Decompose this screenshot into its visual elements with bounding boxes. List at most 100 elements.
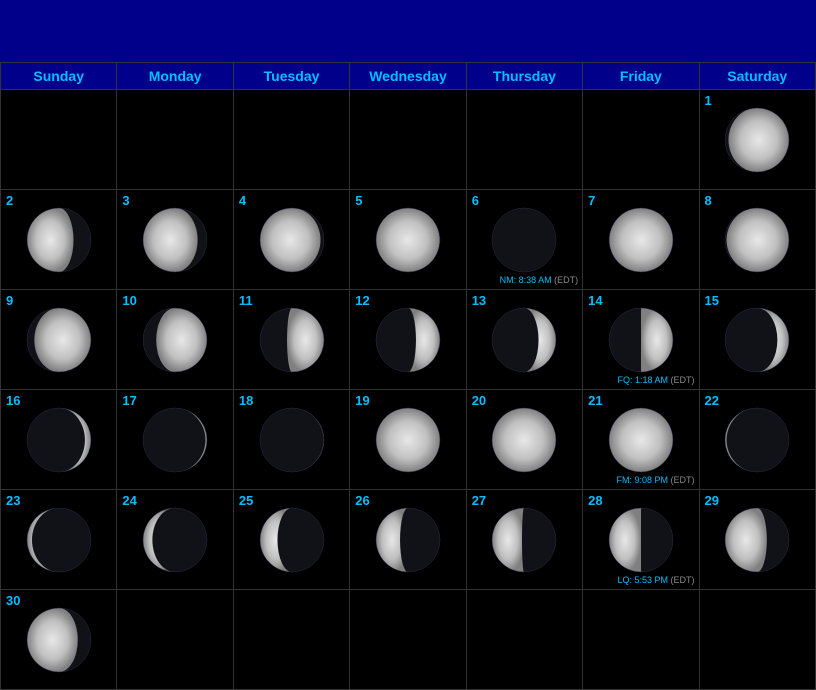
calendar-week-3: 9 10 11 xyxy=(1,290,816,390)
moon-event-21: FM: 9:08 PM (EDT) xyxy=(617,475,695,485)
calendar-header-row: Sunday Monday Tuesday Wednesday Thursday… xyxy=(1,63,816,90)
moon-phase-8 xyxy=(702,192,813,287)
calendar-cell-14: 9 xyxy=(1,290,117,390)
calendar-cell-36 xyxy=(117,590,233,690)
calendar-cell-28: 23 xyxy=(1,490,117,590)
day-number-15: 15 xyxy=(705,293,719,308)
day-number-11: 11 xyxy=(239,293,253,308)
day-number-20: 20 xyxy=(472,393,486,408)
calendar-cell-23: 18 xyxy=(233,390,349,490)
calendar-cell-4 xyxy=(466,90,582,190)
calendar-cell-1 xyxy=(117,90,233,190)
day-number-21: 21 xyxy=(588,393,602,408)
calendar-cell-15: 10 xyxy=(117,290,233,390)
col-thursday: Thursday xyxy=(466,63,582,90)
calendar-cell-39 xyxy=(466,590,582,690)
calendar-cell-27: 22 xyxy=(699,390,815,490)
day-number-5: 5 xyxy=(355,193,362,208)
day-number-13: 13 xyxy=(472,293,486,308)
day-number-24: 24 xyxy=(122,493,136,508)
moon-event-6: NM: 8:38 AM (EDT) xyxy=(500,275,579,285)
calendar-cell-20: 15 xyxy=(699,290,815,390)
moon-phase-1 xyxy=(702,92,813,187)
calendar-cell-40 xyxy=(583,590,699,690)
day-number-16: 16 xyxy=(6,393,20,408)
moon-phase-2 xyxy=(3,192,114,287)
calendar-cell-32: 27 xyxy=(466,490,582,590)
calendar-cell-9: 4 xyxy=(233,190,349,290)
calendar-cell-6: 1 xyxy=(699,90,815,190)
day-number-8: 8 xyxy=(705,193,712,208)
day-number-28: 28 xyxy=(588,493,602,508)
calendar-cell-26: 21 FM: 9:08 PM (EDT) xyxy=(583,390,699,490)
calendar-cell-22: 17 xyxy=(117,390,233,490)
day-number-4: 4 xyxy=(239,193,246,208)
calendar-cell-24: 19 xyxy=(350,390,466,490)
day-number-26: 26 xyxy=(355,493,369,508)
calendar-cell-41 xyxy=(699,590,815,690)
day-number-12: 12 xyxy=(355,293,369,308)
day-number-27: 27 xyxy=(472,493,486,508)
calendar-cell-0 xyxy=(1,90,117,190)
col-wednesday: Wednesday xyxy=(350,63,466,90)
calendar-cell-11: 6 NM: 8:38 AM (EDT) xyxy=(466,190,582,290)
calendar-week-1: 1 xyxy=(1,90,816,190)
day-number-9: 9 xyxy=(6,293,13,308)
moon-phase-7 xyxy=(585,192,696,287)
calendar-cell-18: 13 xyxy=(466,290,582,390)
calendar-cell-25: 20 xyxy=(466,390,582,490)
day-number-17: 17 xyxy=(122,393,136,408)
day-number-29: 29 xyxy=(705,493,719,508)
calendar-cell-10: 5 xyxy=(350,190,466,290)
day-number-18: 18 xyxy=(239,393,253,408)
day-number-23: 23 xyxy=(6,493,20,508)
header xyxy=(0,0,816,62)
calendar-cell-19: 14 FQ: 1:18 AM (EDT) xyxy=(583,290,699,390)
day-number-1: 1 xyxy=(705,93,712,108)
col-tuesday: Tuesday xyxy=(233,63,349,90)
col-sunday: Sunday xyxy=(1,63,117,90)
calendar-cell-12: 7 xyxy=(583,190,699,290)
calendar-cell-31: 26 xyxy=(350,490,466,590)
moon-calendar: Sunday Monday Tuesday Wednesday Thursday… xyxy=(0,62,816,690)
calendar-cell-7: 2 xyxy=(1,190,117,290)
calendar-cell-38 xyxy=(350,590,466,690)
moon-phase-9 xyxy=(3,292,114,387)
col-monday: Monday xyxy=(117,63,233,90)
calendar-cell-29: 24 xyxy=(117,490,233,590)
moon-phase-5 xyxy=(352,192,463,287)
calendar-cell-13: 8 xyxy=(699,190,815,290)
day-number-7: 7 xyxy=(588,193,595,208)
day-number-2: 2 xyxy=(6,193,13,208)
col-friday: Friday xyxy=(583,63,699,90)
calendar-cell-2 xyxy=(233,90,349,190)
moon-phase-3 xyxy=(119,192,230,287)
calendar-week-4: 16 17 18 xyxy=(1,390,816,490)
day-number-30: 30 xyxy=(6,593,20,608)
calendar-cell-5 xyxy=(583,90,699,190)
day-number-22: 22 xyxy=(705,393,719,408)
calendar-cell-3 xyxy=(350,90,466,190)
calendar-cell-33: 28 LQ: 5:53 PM (EDT) xyxy=(583,490,699,590)
moon-phase-6 xyxy=(469,192,580,287)
moon-event-28: LQ: 5:53 PM (EDT) xyxy=(618,575,695,585)
day-number-10: 10 xyxy=(122,293,136,308)
calendar-cell-17: 12 xyxy=(350,290,466,390)
moon-event-14: FQ: 1:18 AM (EDT) xyxy=(618,375,695,385)
day-number-25: 25 xyxy=(239,493,253,508)
calendar-week-2: 2 3 4 xyxy=(1,190,816,290)
calendar-cell-21: 16 xyxy=(1,390,117,490)
day-number-19: 19 xyxy=(355,393,369,408)
day-number-14: 14 xyxy=(588,293,602,308)
calendar-cell-30: 25 xyxy=(233,490,349,590)
calendar-cell-8: 3 xyxy=(117,190,233,290)
moon-phase-4 xyxy=(236,192,347,287)
day-number-3: 3 xyxy=(122,193,129,208)
calendar-week-6: 30 xyxy=(1,590,816,690)
calendar-cell-34: 29 xyxy=(699,490,815,590)
col-saturday: Saturday xyxy=(699,63,815,90)
calendar-week-5: 23 24 25 xyxy=(1,490,816,590)
calendar-cell-35: 30 xyxy=(1,590,117,690)
calendar-cell-37 xyxy=(233,590,349,690)
day-number-6: 6 xyxy=(472,193,479,208)
